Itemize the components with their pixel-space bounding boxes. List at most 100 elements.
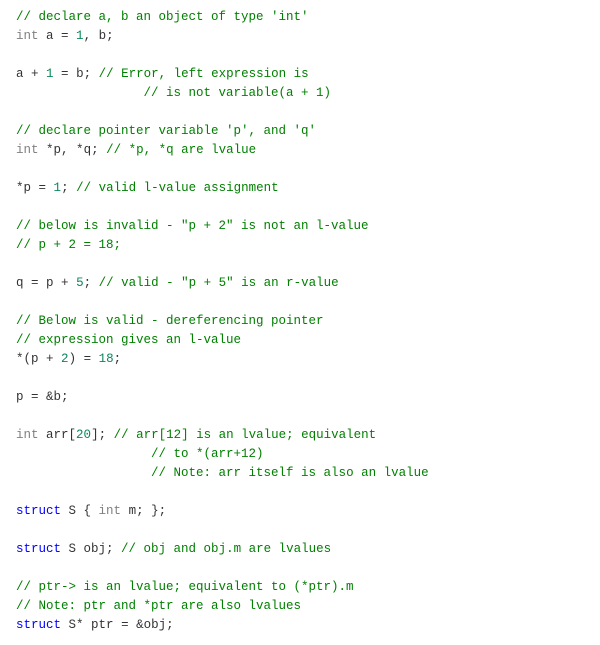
code-token: ;: [84, 67, 99, 81]
code-line: [16, 559, 584, 578]
code-token: // Below is valid - dereferencing pointe…: [16, 314, 324, 328]
code-line: // declare pointer variable 'p', and 'q': [16, 122, 584, 141]
code-token: ];: [91, 428, 114, 442]
code-token: = &: [31, 390, 54, 404]
code-line: int a = 1, b;: [16, 27, 584, 46]
code-token: *: [16, 181, 24, 195]
code-token: *: [39, 143, 54, 157]
code-token: 18: [99, 352, 114, 366]
code-token: [16, 86, 144, 100]
code-token: int: [16, 428, 39, 442]
code-line: int *p, *q; // *p, *q are lvalue: [16, 141, 584, 160]
code-token: =: [39, 181, 54, 195]
code-line: // Note: ptr and *ptr are also lvalues: [16, 597, 584, 616]
code-token: [16, 447, 151, 461]
code-token: +: [46, 352, 61, 366]
code-token: S: [61, 618, 76, 632]
code-token: b: [54, 390, 62, 404]
code-line: a + 1 = b; // Error, left expression is: [16, 65, 584, 84]
code-line: [16, 198, 584, 217]
code-token: obj: [144, 618, 167, 632]
code-line: [16, 483, 584, 502]
code-line: // Note: arr itself is also an lvalue: [16, 464, 584, 483]
code-line: struct S { int m; };: [16, 502, 584, 521]
code-token: 1: [76, 29, 84, 43]
code-line: // ptr-> is an lvalue; equivalent to (*p…: [16, 578, 584, 597]
code-line: [16, 255, 584, 274]
code-line: // p + 2 = 18;: [16, 236, 584, 255]
code-token: =: [31, 276, 46, 290]
code-token: ) =: [69, 352, 99, 366]
code-line: p = &b;: [16, 388, 584, 407]
code-token: 2: [61, 352, 69, 366]
code-token: S: [61, 504, 84, 518]
code-line: [16, 293, 584, 312]
code-token: ;: [91, 143, 106, 157]
code-token: {: [84, 504, 99, 518]
code-token: +: [31, 67, 46, 81]
code-token: a: [16, 67, 31, 81]
code-token: a: [39, 29, 62, 43]
code-token: b: [76, 67, 84, 81]
code-token: // obj and obj.m are lvalues: [121, 542, 331, 556]
code-token: // Note: ptr and *ptr are also lvalues: [16, 599, 301, 613]
code-token: // *p, *q are lvalue: [106, 143, 256, 157]
code-token: p: [31, 352, 46, 366]
code-token: m: [121, 504, 136, 518]
code-line: [16, 160, 584, 179]
code-token: // valid - "p + 5" is an r-value: [99, 276, 339, 290]
code-token: p: [46, 276, 61, 290]
code-line: [16, 407, 584, 426]
code-token: ;: [106, 542, 121, 556]
code-token: // Error, left expression is: [99, 67, 309, 81]
code-token: // valid l-value assignment: [76, 181, 279, 195]
code-line: *p = 1; // valid l-value assignment: [16, 179, 584, 198]
code-token: p: [24, 181, 39, 195]
code-block: // declare a, b an object of type 'int'i…: [0, 0, 600, 645]
code-line: // to *(arr+12): [16, 445, 584, 464]
code-token: struct: [16, 618, 61, 632]
code-token: ;: [61, 181, 76, 195]
code-line: q = p + 5; // valid - "p + 5" is an r-va…: [16, 274, 584, 293]
code-token: // p + 2 = 18;: [16, 238, 121, 252]
code-line: // Below is valid - dereferencing pointe…: [16, 312, 584, 331]
code-token: arr: [39, 428, 69, 442]
code-line: [16, 369, 584, 388]
code-token: =: [61, 29, 76, 43]
code-token: // is not variable(a + 1): [144, 86, 332, 100]
code-token: struct: [16, 542, 61, 556]
code-line: // below is invalid - "p + 2" is not an …: [16, 217, 584, 236]
code-token: int: [99, 504, 122, 518]
code-token: // to *(arr+12): [151, 447, 264, 461]
code-token: // arr[12] is an lvalue; equivalent: [114, 428, 377, 442]
code-token: // expression gives an l-value: [16, 333, 241, 347]
code-token: // ptr-> is an lvalue; equivalent to (*p…: [16, 580, 354, 594]
code-token: ptr: [91, 618, 121, 632]
code-token: *: [76, 618, 91, 632]
code-token: ; };: [136, 504, 166, 518]
code-line: int arr[20]; // arr[12] is an lvalue; eq…: [16, 426, 584, 445]
code-line: *(p + 2) = 18;: [16, 350, 584, 369]
code-token: // declare pointer variable 'p', and 'q': [16, 124, 316, 138]
code-token: ;: [84, 276, 99, 290]
code-line: [16, 46, 584, 65]
code-token: [: [69, 428, 77, 442]
code-token: 20: [76, 428, 91, 442]
code-token: =: [54, 67, 77, 81]
code-token: p: [16, 390, 31, 404]
code-token: // below is invalid - "p + 2" is not an …: [16, 219, 376, 233]
code-token: int: [16, 143, 39, 157]
code-line: // expression gives an l-value: [16, 331, 584, 350]
code-token: int: [16, 29, 39, 43]
code-line: // is not variable(a + 1): [16, 84, 584, 103]
code-token: , b;: [84, 29, 114, 43]
code-token: = &: [121, 618, 144, 632]
code-line: // declare a, b an object of type 'int': [16, 8, 584, 27]
code-token: *(: [16, 352, 31, 366]
code-token: ;: [114, 352, 122, 366]
code-line: struct S* ptr = &obj;: [16, 616, 584, 635]
code-token: +: [61, 276, 76, 290]
code-token: ;: [166, 618, 174, 632]
code-line: struct S obj; // obj and obj.m are lvalu…: [16, 540, 584, 559]
code-token: ;: [61, 390, 69, 404]
